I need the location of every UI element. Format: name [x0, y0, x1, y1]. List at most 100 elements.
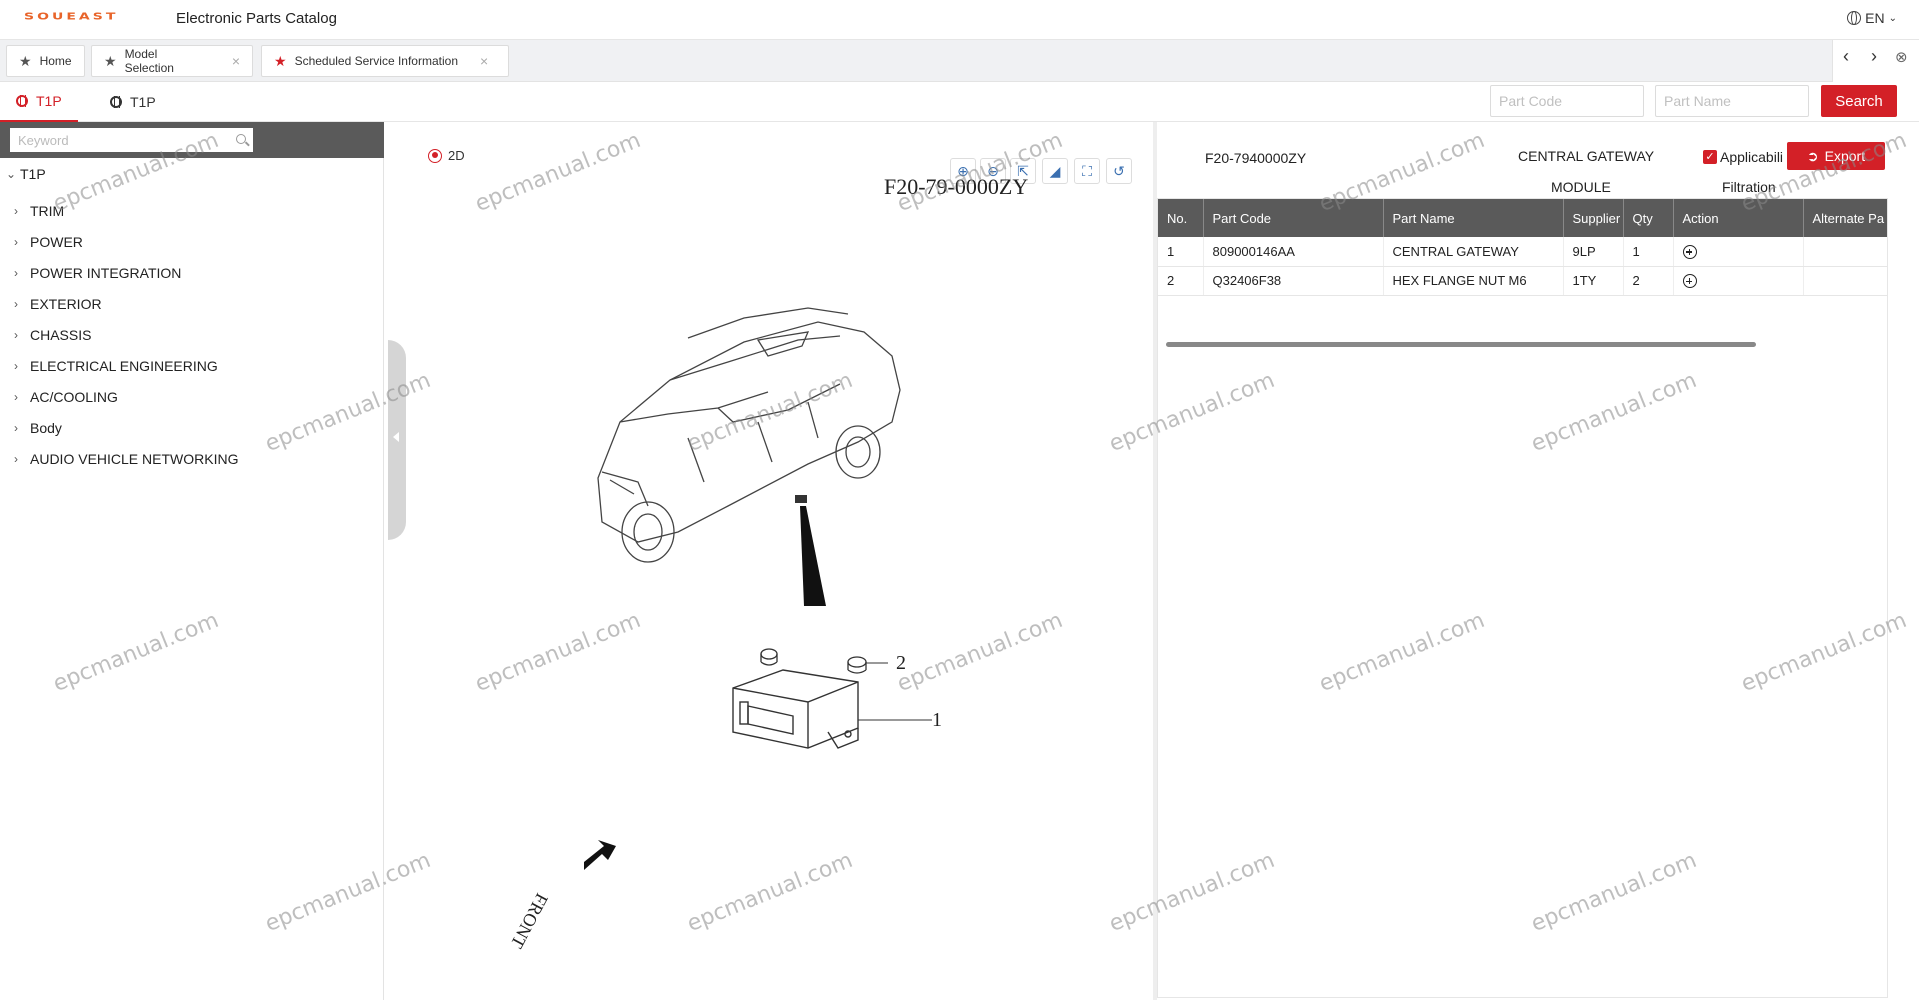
chevron-right-icon: ›	[14, 389, 18, 404]
cell-alternate	[1803, 237, 1887, 267]
tree-item[interactable]: › CHASSIS	[14, 319, 238, 350]
brand-logo[interactable]: SOUEAST	[24, 11, 118, 22]
tab-bar: ★ Home ★ Model Selection × ★ Scheduled S…	[0, 40, 1919, 82]
cell-no: 1	[1158, 237, 1204, 267]
tree-item-label: AUDIO VEHICLE NETWORKING	[30, 450, 239, 467]
add-to-cart-icon[interactable]	[1682, 245, 1697, 260]
tree-item[interactable]: › ELECTRICAL ENGINEERING	[14, 350, 238, 381]
tree-item-label: CHASSIS	[30, 326, 92, 343]
col-header-part-name[interactable]: Part Name	[1383, 199, 1564, 237]
tree-item-label: POWER	[30, 233, 83, 250]
callout-1: 1	[932, 709, 942, 731]
col-header-part-code[interactable]: Part Code	[1203, 199, 1384, 237]
tree-item-label: TRIM	[30, 202, 65, 219]
tree-item[interactable]: › POWER	[14, 226, 238, 257]
col-header-no[interactable]: No.	[1158, 199, 1204, 237]
checkbox-checked-icon: ✓	[1703, 150, 1717, 164]
tree-item-label: Body	[30, 419, 62, 436]
app-title: Electronic Parts Catalog	[176, 10, 337, 27]
col-header-qty[interactable]: Qty	[1623, 199, 1674, 237]
part-code-input[interactable]	[1490, 85, 1644, 117]
tree-item-label: AC/COOLING	[30, 388, 118, 405]
chevron-down-icon: ⌄	[6, 167, 17, 181]
front-arrow-icon	[584, 840, 616, 870]
table-row[interactable]: 1 809000146AA CENTRAL GATEWAY 9LP 1	[1158, 237, 1887, 267]
cell-part-name: CENTRAL GATEWAY	[1383, 237, 1564, 267]
tree-item[interactable]: › TRIM	[14, 195, 238, 226]
tree-item[interactable]: › Body	[14, 412, 238, 443]
add-to-cart-icon[interactable]	[1682, 274, 1697, 289]
gateway-location-marker	[795, 495, 807, 503]
filtration-label[interactable]: Filtration	[1722, 179, 1776, 195]
horizontal-scrollbar[interactable]	[1166, 342, 1756, 347]
cell-action	[1673, 237, 1804, 267]
model-tab-t1p-1[interactable]: T1P	[0, 82, 78, 122]
category-sidebar: ⌄ T1P › TRIM › POWER › POWER INTEGRATION › E…	[0, 122, 384, 1000]
tab-label: Model Selection	[124, 47, 174, 75]
export-label: Export	[1824, 148, 1866, 164]
chevron-right-icon: ›	[14, 296, 18, 311]
cell-action	[1673, 266, 1804, 296]
tree-item[interactable]: › EXTERIOR	[14, 288, 238, 319]
model-tab-label: T1P	[130, 94, 156, 110]
diagram-panel: 2D ⊕ ⊖ ⇱ ◢ ⛶ ↺ F20-79-0000ZY 2 1 FRONT	[388, 122, 1153, 1000]
tab-label: Home	[39, 54, 72, 68]
keyword-input[interactable]	[10, 128, 253, 152]
tab-home[interactable]: ★ Home	[6, 45, 85, 77]
language-selector[interactable]: EN ⌄	[1847, 10, 1897, 26]
tab-label: Scheduled Service Information	[294, 54, 458, 68]
vehicle-illustration	[597, 307, 901, 563]
sidebar-collapse-handle[interactable]	[388, 340, 406, 540]
assembly-name-line2: MODULE	[1551, 179, 1611, 195]
cell-alternate	[1803, 266, 1887, 296]
tree-item-label: POWER INTEGRATION	[30, 264, 182, 281]
exploded-view-illustration: 2 1 FRONT	[507, 307, 942, 952]
chevron-right-icon: ›	[14, 327, 18, 342]
front-indicator: FRONT	[507, 890, 552, 951]
search-icon[interactable]	[236, 134, 246, 144]
col-header-supplier[interactable]: Supplier	[1563, 199, 1624, 237]
chevron-down-icon: ⌄	[1888, 12, 1897, 24]
assembly-name: CENTRAL GATEWAY	[1518, 148, 1655, 164]
star-icon: ★	[274, 52, 287, 69]
globe-icon	[1847, 11, 1862, 25]
star-icon: ★	[104, 52, 117, 69]
table-header-row: No. Part Code Part Name Supplier Qty Act…	[1158, 199, 1887, 237]
category-tree: › TRIM › POWER › POWER INTEGRATION › EXTERIO…	[14, 195, 238, 474]
model-tab-label: T1P	[36, 93, 62, 109]
applicability-label: Applicabili	[1720, 149, 1784, 165]
table-row[interactable]: 2 Q32406F38 HEX FLANGE NUT M6 1TY 2	[1158, 266, 1887, 296]
search-button[interactable]: Search	[1821, 85, 1897, 117]
tab-model-selection[interactable]: ★ Model Selection ×	[91, 45, 253, 77]
cell-qty: 1	[1623, 237, 1674, 267]
assembly-code: F20-7940000ZY	[1205, 150, 1307, 166]
callout-2: 2	[896, 652, 906, 674]
tree-item[interactable]: › AC/COOLING	[14, 381, 238, 412]
export-icon: ➲	[1806, 147, 1819, 164]
chevron-left-icon[interactable]: ‹	[1843, 46, 1849, 67]
tree-root[interactable]: ⌄ T1P	[6, 166, 46, 182]
cell-supplier: 9LP	[1563, 237, 1624, 267]
close-all-icon[interactable]: ⊗	[1895, 48, 1908, 66]
cell-part-name: HEX FLANGE NUT M6	[1383, 266, 1564, 296]
model-tab-t1p-2[interactable]: T1P	[110, 82, 156, 122]
tree-root-label: T1P	[20, 166, 46, 182]
language-label: EN	[1865, 10, 1885, 26]
keyword-search-strip	[0, 122, 384, 158]
close-icon[interactable]: ×	[232, 53, 240, 69]
star-icon: ★	[19, 52, 32, 69]
chevron-right-icon: ›	[14, 451, 18, 466]
parts-list-panel: F20-7940000ZY CENTRAL GATEWAY MODULE ✓ A…	[1157, 122, 1919, 1000]
tree-item[interactable]: › AUDIO VEHICLE NETWORKING	[14, 443, 238, 474]
tree-item[interactable]: › POWER INTEGRATION	[14, 257, 238, 288]
col-header-action[interactable]: Action	[1673, 199, 1804, 237]
part-name-input[interactable]	[1655, 85, 1809, 117]
applicability-checkbox[interactable]: ✓ Applicabili	[1703, 149, 1783, 165]
central-gateway-module	[732, 669, 859, 749]
chevron-right-icon[interactable]: ›	[1871, 46, 1877, 67]
col-header-alternate[interactable]: Alternate Pa	[1803, 199, 1887, 237]
tab-nav-group: ‹ › ⊗	[1832, 40, 1919, 82]
tab-scheduled-service[interactable]: ★ Scheduled Service Information ×	[261, 45, 509, 77]
close-icon[interactable]: ×	[480, 53, 488, 69]
export-button[interactable]: ➲ Export	[1787, 142, 1885, 170]
